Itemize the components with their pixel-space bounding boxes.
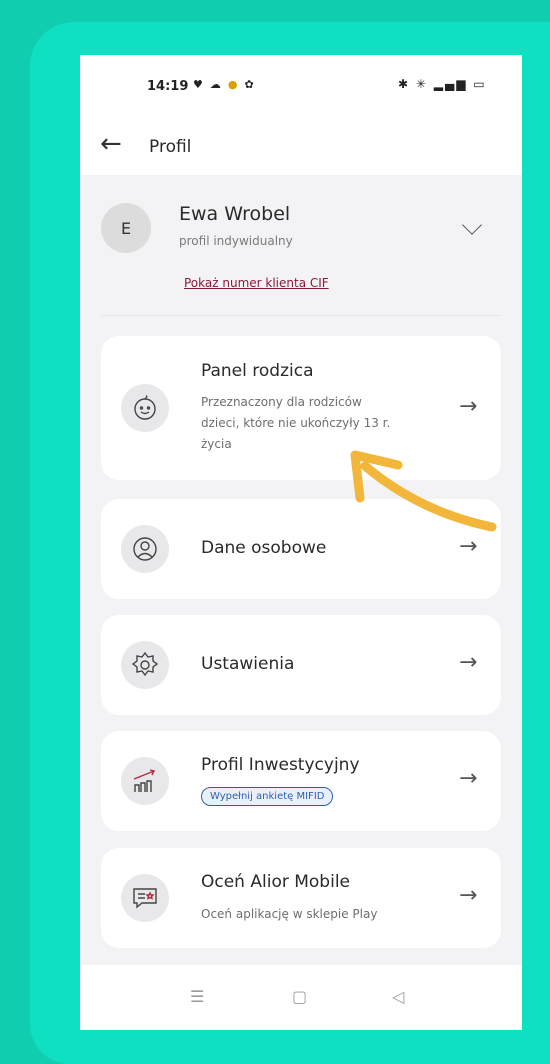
annotation-arrow-icon [350, 450, 497, 532]
